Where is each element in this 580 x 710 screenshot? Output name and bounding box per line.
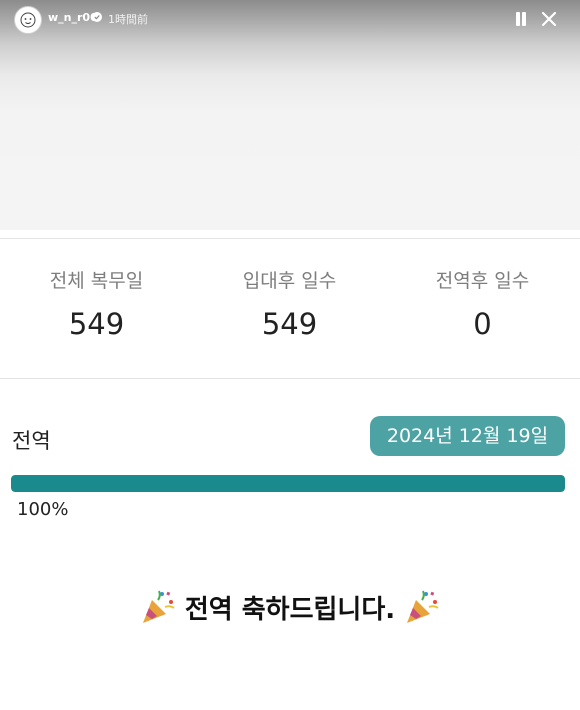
stat-label: 전체 복무일 xyxy=(49,270,144,292)
party-popper-icon xyxy=(142,590,175,623)
stat-days-since-enlistment: 입대후 일수 549 xyxy=(193,266,386,341)
stat-days-since-discharge: 전역후 일수 0 xyxy=(386,266,579,341)
divider-top xyxy=(0,238,580,239)
party-popper-icon xyxy=(407,590,439,623)
progress-fill xyxy=(11,475,565,492)
stat-total-days: 전체 복무일 549 xyxy=(0,266,193,341)
story-username[interactable]: w_n_r00 xyxy=(48,11,98,24)
discharge-date-badge: 2024년 12월 19일 xyxy=(370,416,565,456)
avatar-drawing xyxy=(20,12,36,28)
stat-label: 입대후 일수 xyxy=(242,270,337,292)
stat-value: 549 xyxy=(68,307,125,341)
congrats-message: 전역 축하드립니다. xyxy=(0,588,580,626)
stat-value: 0 xyxy=(473,307,492,341)
stat-label: 전역후 일수 xyxy=(435,270,530,292)
verified-icon xyxy=(92,12,102,22)
divider-middle xyxy=(0,378,580,379)
story-header: w_n_r00 1時間前 xyxy=(0,0,580,230)
story-time-ago: 1時間前 xyxy=(108,13,148,26)
status-label: 전역 xyxy=(12,429,51,453)
congrats-text: 전역 축하드립니다. xyxy=(184,594,396,625)
close-icon[interactable] xyxy=(541,11,557,27)
progress-bar xyxy=(11,475,565,492)
progress-percent-text: 100% xyxy=(17,499,69,520)
stat-value: 549 xyxy=(261,307,318,341)
avatar[interactable] xyxy=(14,6,42,34)
pause-icon[interactable] xyxy=(515,12,527,26)
